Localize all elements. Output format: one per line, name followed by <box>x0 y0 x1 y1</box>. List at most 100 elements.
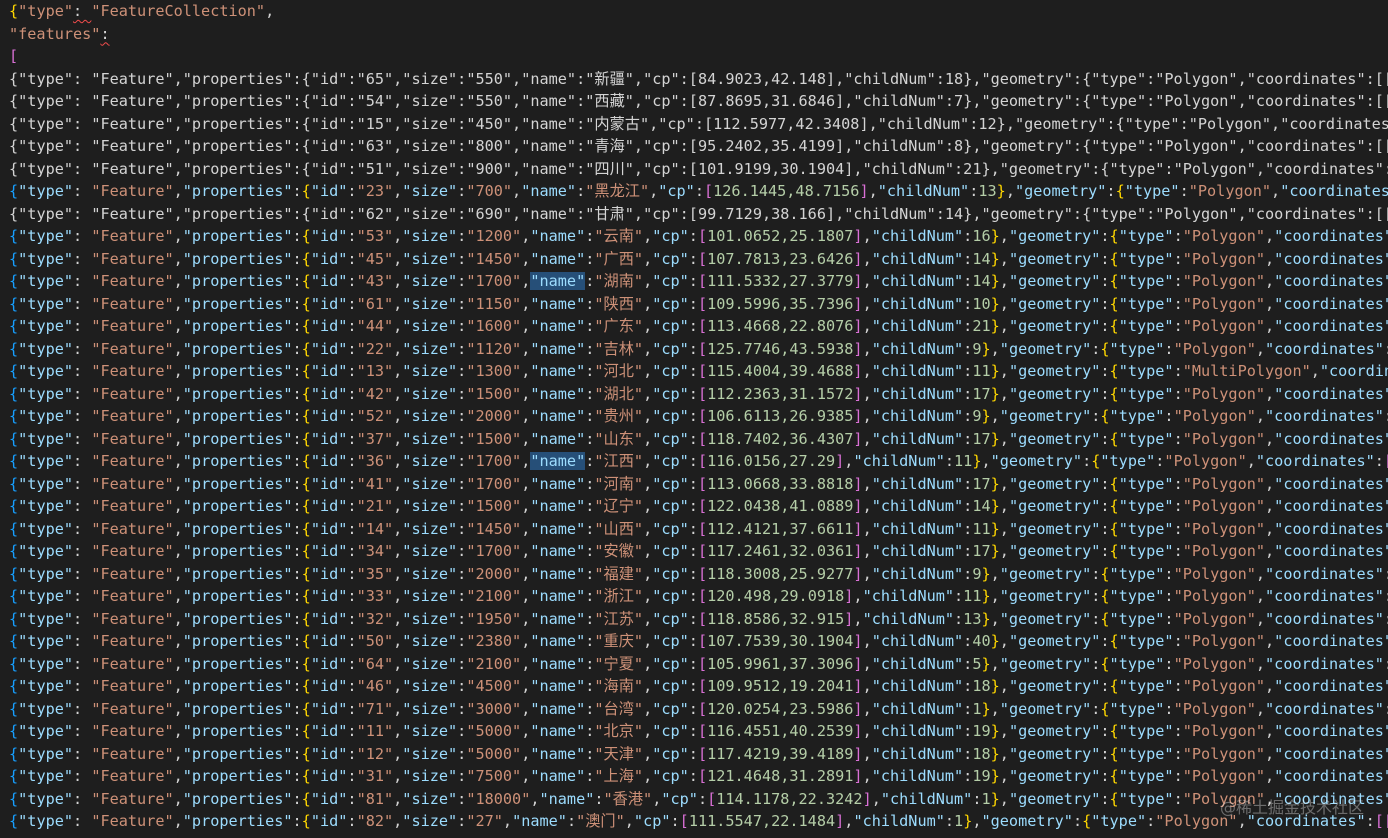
code-token: ] <box>853 654 863 673</box>
code-token: : <box>347 812 357 830</box>
code-token: "size" <box>402 137 458 155</box>
code-token: { <box>9 137 19 155</box>
code-token: , <box>1265 474 1275 493</box>
code-token: : <box>347 137 357 155</box>
code-token: , <box>643 227 653 245</box>
code-token: "湖南" <box>594 272 644 290</box>
code-token: "cp" <box>661 789 698 808</box>
code-token: "河北" <box>594 362 644 380</box>
code-token: : <box>1173 294 1183 313</box>
code-token: , <box>521 227 531 245</box>
code-token: 16 <box>972 227 991 245</box>
code-token: "size" <box>402 317 458 335</box>
code-token: "cp" <box>643 92 680 110</box>
code-token: , <box>512 159 522 178</box>
code-token: "properties" <box>182 137 293 155</box>
code-token: "id" <box>310 564 348 583</box>
code-token: "cp" <box>652 542 689 560</box>
code-token: { <box>9 519 19 538</box>
code-token: , <box>530 789 540 808</box>
code-token: : <box>1173 744 1183 763</box>
code-token: "山西" <box>594 519 644 538</box>
code-token: "id" <box>310 294 348 313</box>
code-token: : <box>679 69 689 88</box>
code-token: [ <box>697 272 708 290</box>
code-token: "childNum" <box>871 429 964 448</box>
code-token: , <box>1265 632 1275 650</box>
code-token: "coordinates" <box>1255 452 1375 470</box>
code-token: "name" <box>530 722 586 740</box>
code-token: 118.3008,25.9277 <box>707 564 854 583</box>
code-token: "type" <box>18 339 74 358</box>
code-editor[interactable]: {"type": "FeatureCollection", "features":… <box>0 0 1388 838</box>
code-token: "900" <box>466 159 513 178</box>
code-token: "coordinates" <box>1274 542 1388 560</box>
code-token: "type" <box>18 69 74 88</box>
code-token: "江苏" <box>594 609 644 628</box>
code-token: "childNum" <box>853 92 945 110</box>
code-token: , <box>643 587 653 605</box>
code-token: , <box>853 609 863 628</box>
code-token: "type" <box>18 384 74 403</box>
code-token: "size" <box>402 227 458 245</box>
code-token: "1450" <box>466 249 522 268</box>
code-token: : <box>1100 317 1110 335</box>
code-token: { <box>9 294 19 313</box>
code-token: : <box>1100 722 1110 740</box>
code-token: ] <box>862 789 872 808</box>
code-token: : <box>688 609 698 628</box>
code-token: ] <box>853 767 863 785</box>
code-token: "2100" <box>466 587 522 605</box>
code-token: { <box>9 587 19 605</box>
code-token: "cp" <box>652 362 689 380</box>
code-token: : <box>576 159 586 178</box>
feature-line: {"type": "Feature","properties":{"id":"6… <box>9 653 1388 676</box>
code-token: "properties" <box>182 384 293 403</box>
code-token: "江西" <box>594 452 644 470</box>
code-token: "51" <box>356 159 394 178</box>
code-token: , <box>521 272 531 290</box>
code-content[interactable]: {"type": "FeatureCollection", "features":… <box>9 0 1388 833</box>
code-token: , <box>521 339 531 358</box>
code-token: "geometry" <box>999 654 1092 673</box>
code-token: "type" <box>18 497 74 515</box>
code-token: : <box>73 272 92 290</box>
code-token: : <box>292 204 302 223</box>
code-token: { <box>301 429 311 448</box>
code-token: "cp" <box>652 249 689 268</box>
code-token: { <box>301 452 311 470</box>
code-token: , <box>173 227 183 245</box>
code-token: } <box>990 474 1000 493</box>
code-token: : <box>1100 429 1110 448</box>
code-token: "1120" <box>466 339 522 358</box>
code-token: "2000" <box>466 564 522 583</box>
code-token: , <box>512 92 522 110</box>
code-token: "childNum" <box>862 609 955 628</box>
code-token: "type" <box>18 452 74 470</box>
code-token: "id" <box>310 114 348 133</box>
code-token: ] <box>853 294 863 313</box>
code-token: , <box>999 722 1009 740</box>
code-token: : <box>688 699 698 718</box>
code-token: "type" <box>18 677 74 695</box>
code-token: "geometry" <box>1008 294 1101 313</box>
code-token: : <box>1146 204 1156 223</box>
code-token: : <box>73 339 92 358</box>
code-token: , <box>999 789 1009 808</box>
code-token: { <box>301 159 311 178</box>
code-token: "15" <box>356 114 394 133</box>
code-token: "features" <box>9 24 101 43</box>
code-token: "name" <box>530 699 586 718</box>
code-token: , <box>393 92 403 110</box>
code-token: , <box>835 69 845 88</box>
code-token: } <box>990 519 1000 538</box>
code-token: , <box>393 69 403 88</box>
code-token: "childNum" <box>871 564 964 583</box>
code-token: : <box>1173 542 1183 560</box>
code-token: { <box>1109 497 1119 515</box>
code-token: : <box>292 69 302 88</box>
code-token: : <box>688 474 698 493</box>
code-token: "Polygon" <box>1182 384 1266 403</box>
code-token: , <box>173 812 183 830</box>
code-token: "type" <box>18 182 74 200</box>
